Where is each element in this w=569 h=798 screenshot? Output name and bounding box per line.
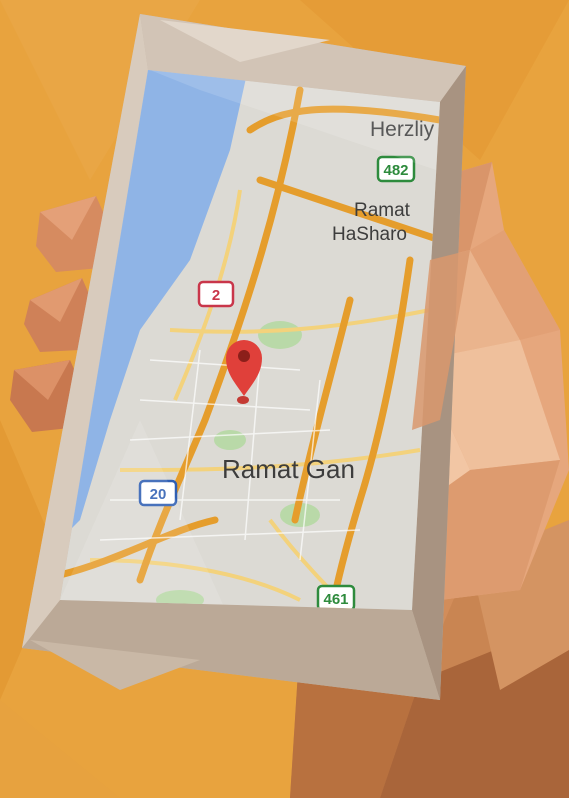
place-label-ramat-hasharon-line2: HaSharo <box>332 224 407 245</box>
route-shield-461: 461 <box>316 584 356 610</box>
svg-text:2: 2 <box>212 287 220 304</box>
park-area <box>214 430 246 450</box>
park-area <box>258 321 302 349</box>
place-label-ramat-hasharon-line1: Ramat <box>354 200 411 221</box>
route-shield-2: 2 <box>197 280 235 308</box>
svg-text:461: 461 <box>323 591 348 608</box>
place-label-ramat-gan: Ramat Gan <box>222 454 355 484</box>
hand-holding-phone-illustration: Herzliy Ramat HaSharo Ramat Gan 482 2 20… <box>0 0 569 798</box>
svg-text:482: 482 <box>383 162 408 179</box>
